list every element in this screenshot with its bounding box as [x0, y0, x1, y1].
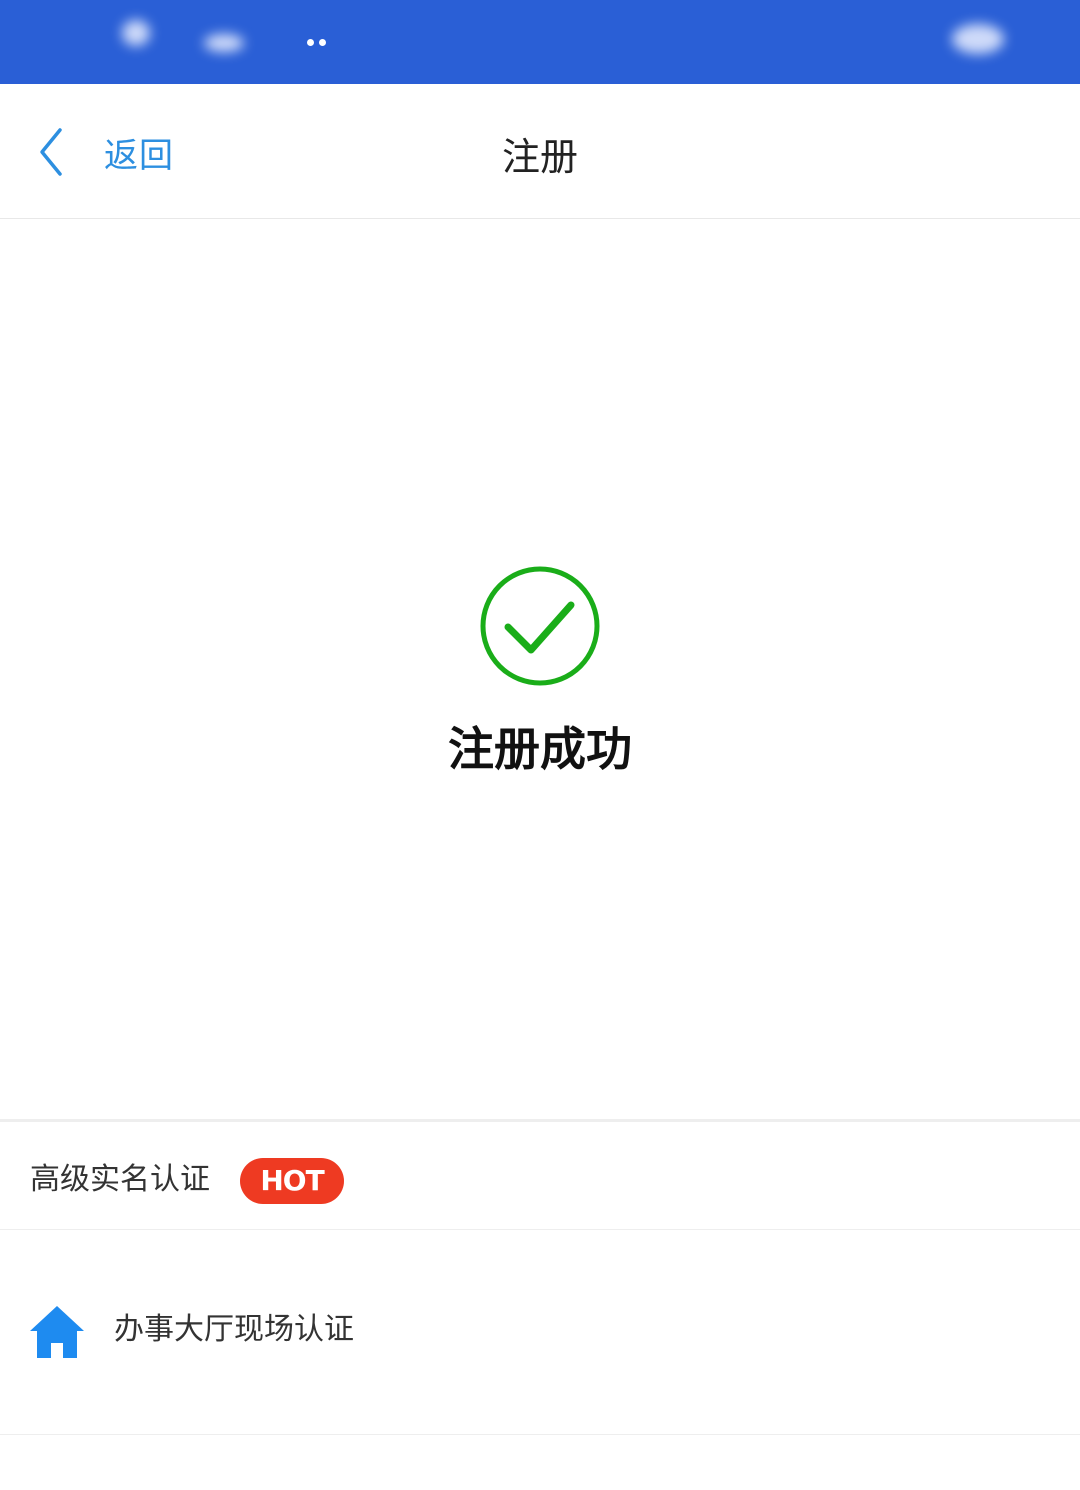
navigation-bar: 返回 注册 — [0, 84, 1080, 219]
status-icon-blurred — [122, 20, 150, 46]
success-check-icon — [480, 566, 600, 686]
service-hall-auth-label: 办事大厅现场认证 — [114, 1312, 354, 1347]
status-dot — [319, 39, 326, 46]
advanced-real-name-auth-item[interactable]: 高级实名认证 HOT — [0, 1122, 1080, 1230]
status-bar — [0, 0, 1080, 84]
service-hall-auth-item[interactable]: 办事大厅现场认证 — [0, 1230, 1080, 1435]
page-title: 注册 — [501, 135, 578, 179]
success-message: 注册成功 — [448, 722, 632, 776]
home-icon — [30, 1306, 84, 1358]
status-icon-blurred — [204, 34, 244, 52]
success-panel: 注册成功 — [0, 219, 1080, 1119]
status-icon-blurred — [952, 24, 1004, 54]
status-dot — [307, 39, 314, 46]
hot-badge: HOT — [240, 1158, 344, 1204]
advanced-auth-label: 高级实名认证 — [30, 1162, 210, 1197]
